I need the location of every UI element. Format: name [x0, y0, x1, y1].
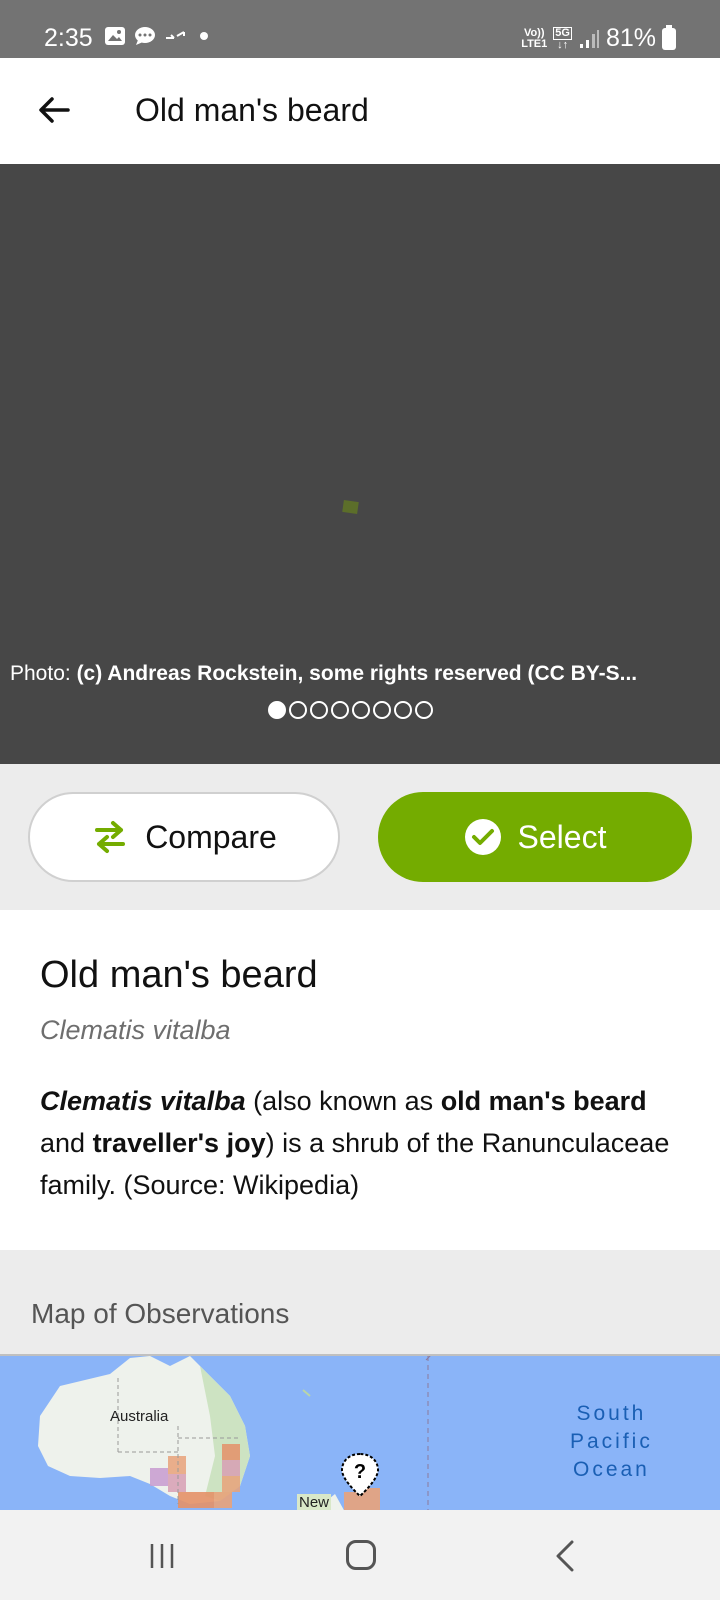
recents-icon[interactable]: [148, 1542, 176, 1570]
arrow-left-icon: [39, 97, 70, 123]
map-title: Map of Observations: [31, 1298, 290, 1329]
observations-map[interactable]: ? Australia South Pacific Ocean New: [0, 1354, 720, 1510]
svg-text:?: ?: [354, 1461, 366, 1483]
map-label-new: New: [297, 1494, 332, 1510]
status-bar: 2:35 Vo)) LTE1 5G ↓↑ 81%: [0, 0, 720, 58]
compare-label: Compare: [145, 818, 277, 855]
signal-icon: [579, 29, 599, 48]
select-button[interactable]: Select: [378, 792, 692, 882]
battery-icon: [662, 24, 676, 50]
pager-dot[interactable]: [331, 701, 349, 719]
species-scientific-name: Clematis vitalba: [40, 1015, 231, 1045]
species-common-name: Old man's beard: [40, 954, 318, 996]
pager-dot[interactable]: [268, 701, 286, 719]
photo-pager[interactable]: [268, 701, 433, 719]
photo-credit: Photo: (c) Andreas Rockstein, some right…: [10, 662, 638, 685]
pager-dot[interactable]: [352, 701, 370, 719]
home-icon[interactable]: [346, 1540, 376, 1570]
more-notifications-dot-icon: [200, 32, 208, 40]
app-bar: Old man's beard: [0, 58, 720, 164]
species-description: Clematis vitalba (also known as old man'…: [40, 1086, 670, 1200]
select-label: Select: [517, 818, 607, 855]
battery-percent: 81%: [605, 24, 656, 52]
action-bar: Compare Select: [0, 764, 720, 910]
pager-dot[interactable]: [415, 701, 433, 719]
system-nav-bar: [0, 1510, 720, 1600]
species-photo[interactable]: Photo: (c) Andreas Rockstein, some right…: [0, 164, 720, 764]
status-time: 2:35: [44, 24, 93, 52]
back-button[interactable]: [30, 86, 78, 134]
notification-icons: [104, 26, 208, 46]
pager-dot[interactable]: [373, 701, 391, 719]
swap-arrows-icon: [95, 821, 126, 853]
pager-dot[interactable]: [310, 701, 328, 719]
map-label-ocean: South Pacific Ocean: [570, 1402, 653, 1481]
pager-dot[interactable]: [289, 701, 307, 719]
volte-indicator: Vo)) LTE1: [521, 26, 548, 50]
status-right: Vo)) LTE1 5G ↓↑ 81%: [521, 24, 676, 53]
nav-back-icon[interactable]: [550, 1540, 580, 1572]
map-label-australia: Australia: [110, 1408, 169, 1425]
chat-icon: [135, 27, 155, 45]
photo-content: [342, 500, 359, 514]
species-info: Old man's beard Clematis vitalba Clemati…: [0, 910, 720, 1250]
check-circle-icon: [464, 819, 501, 855]
page-title: Old man's beard: [135, 92, 369, 128]
compare-button[interactable]: Compare: [28, 792, 340, 882]
gallery-icon: [105, 27, 125, 45]
pager-dot[interactable]: [394, 701, 412, 719]
missed-call-icon: [166, 31, 185, 39]
network-type: 5G ↓↑: [553, 26, 572, 51]
observations-section: Map of Observations ? Australia South Pa…: [0, 1250, 720, 1510]
